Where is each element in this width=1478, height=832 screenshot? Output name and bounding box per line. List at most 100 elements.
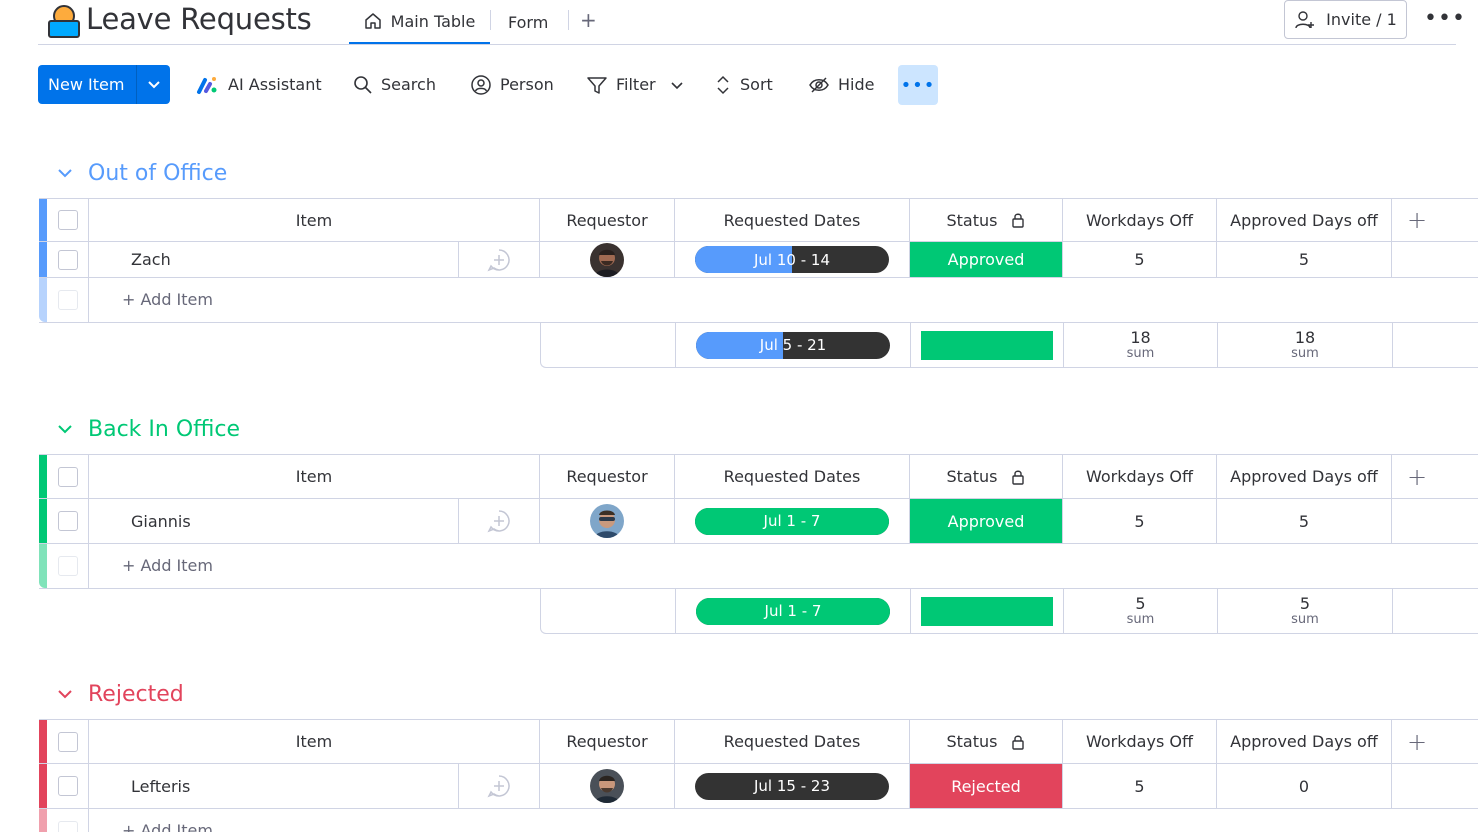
column-header-status[interactable]: Status: [910, 720, 1063, 763]
column-header-item[interactable]: Item: [89, 720, 540, 763]
header-divider: [38, 44, 1456, 45]
approved-days-off-cell[interactable]: 5: [1217, 242, 1392, 277]
new-item-button[interactable]: New Item: [38, 65, 170, 104]
group-table-out-of-office: Item Requestor Requested Dates Status Wo…: [39, 198, 1478, 370]
timeline-bar[interactable]: Jul 10 - 14: [695, 246, 889, 273]
add-item-row[interactable]: + Add Item: [39, 544, 1478, 589]
group-header-rejected[interactable]: Rejected: [56, 679, 184, 709]
column-header-status[interactable]: Status: [910, 199, 1063, 241]
item-name-cell[interactable]: Zach: [89, 242, 459, 277]
column-header-requested-dates[interactable]: Requested Dates: [675, 720, 910, 763]
column-header-approved-days-off[interactable]: Approved Days off: [1217, 199, 1392, 241]
updates-cell[interactable]: [459, 242, 540, 277]
ai-assistant-button[interactable]: AI Assistant: [196, 65, 322, 104]
status-label[interactable]: Approved: [910, 499, 1062, 543]
requestor-cell[interactable]: [540, 499, 675, 543]
group-title[interactable]: Rejected: [88, 682, 184, 707]
column-header-workdays-off[interactable]: Workdays Off: [1063, 720, 1217, 763]
status-cell[interactable]: Approved: [910, 242, 1063, 277]
updates-cell[interactable]: [459, 764, 540, 808]
row-checkbox[interactable]: [57, 511, 78, 531]
column-header-requested-dates[interactable]: Requested Dates: [675, 455, 910, 498]
status-label[interactable]: Approved: [910, 242, 1062, 277]
status-cell[interactable]: Rejected: [910, 764, 1063, 808]
add-view-button[interactable]: +: [580, 8, 597, 32]
column-header-approved-days-off[interactable]: Approved Days off: [1217, 720, 1392, 763]
more-toolbar-options-button[interactable]: •••: [898, 65, 938, 105]
workdays-off-cell[interactable]: 5: [1063, 499, 1217, 543]
column-header-status[interactable]: Status: [910, 455, 1063, 498]
sort-icon: [717, 75, 729, 94]
sort-button[interactable]: Sort: [714, 65, 773, 104]
select-all-checkbox[interactable]: [57, 210, 78, 230]
table-row[interactable]: Zach Jul 10 - 14 Approved 5 5: [39, 242, 1478, 278]
tab-form[interactable]: Form: [508, 0, 548, 44]
column-header-item[interactable]: Item: [89, 199, 540, 241]
avatar[interactable]: [590, 769, 624, 803]
select-all-checkbox[interactable]: [57, 731, 78, 752]
column-header-requestor[interactable]: Requestor: [540, 199, 675, 241]
table-row[interactable]: Giannis Jul 1 - 7 Approved 5 5: [39, 499, 1478, 544]
add-item-input[interactable]: + Add Item: [122, 821, 213, 832]
add-update-icon[interactable]: [487, 248, 511, 272]
column-header-workdays-off[interactable]: Workdays Off: [1063, 199, 1217, 241]
row-checkbox[interactable]: [57, 249, 78, 270]
board-title[interactable]: Leave Requests: [86, 2, 312, 36]
updates-cell[interactable]: [459, 499, 540, 543]
status-cell[interactable]: Approved: [910, 499, 1063, 543]
group-title[interactable]: Back In Office: [88, 417, 240, 442]
add-item-row[interactable]: + Add Item: [39, 278, 1478, 323]
sort-label: Sort: [740, 75, 773, 94]
workdays-off-cell[interactable]: 5: [1063, 242, 1217, 277]
column-header-status-label: Status: [946, 467, 998, 486]
tab-main-table[interactable]: Main Table: [349, 0, 490, 44]
invite-button[interactable]: Invite / 1: [1284, 0, 1407, 39]
add-update-icon[interactable]: [487, 509, 511, 533]
group-color-bar: [39, 764, 47, 808]
workdays-off-cell[interactable]: 5: [1063, 764, 1217, 808]
add-column-button[interactable]: +: [1392, 199, 1442, 241]
chevron-down-icon[interactable]: [56, 164, 74, 182]
requestor-cell[interactable]: [540, 242, 675, 277]
row-checkbox[interactable]: [57, 776, 78, 796]
add-column-button[interactable]: +: [1392, 720, 1442, 763]
column-header-requestor[interactable]: Requestor: [540, 455, 675, 498]
avatar[interactable]: [590, 242, 624, 277]
hide-button[interactable]: Hide: [808, 65, 874, 104]
chevron-down-icon[interactable]: [670, 78, 684, 92]
more-options-icon[interactable]: •••: [1424, 6, 1466, 31]
column-header-workdays-off[interactable]: Workdays Off: [1063, 455, 1217, 498]
requested-dates-cell[interactable]: Jul 1 - 7: [675, 499, 910, 543]
add-update-icon[interactable]: [487, 774, 511, 798]
requestor-cell[interactable]: [540, 764, 675, 808]
requested-dates-cell[interactable]: Jul 10 - 14: [675, 242, 910, 277]
group-title[interactable]: Out of Office: [88, 161, 227, 186]
table-row[interactable]: Lefteris Jul 15 - 23 Rejected 5 0: [39, 764, 1478, 809]
requested-dates-cell[interactable]: Jul 15 - 23: [675, 764, 910, 808]
chevron-down-icon[interactable]: [56, 685, 74, 703]
search-button[interactable]: Search: [353, 65, 436, 104]
chevron-down-icon[interactable]: [56, 420, 74, 438]
filter-button[interactable]: Filter: [586, 65, 684, 104]
status-label[interactable]: Rejected: [910, 764, 1062, 808]
timeline-bar[interactable]: Jul 1 - 7: [695, 507, 889, 535]
column-header-requested-dates[interactable]: Requested Dates: [675, 199, 910, 241]
group-header-out-of-office[interactable]: Out of Office: [56, 158, 227, 188]
avatar[interactable]: [590, 504, 624, 538]
add-item-input[interactable]: + Add Item: [122, 290, 213, 309]
item-name-cell[interactable]: Lefteris: [89, 764, 459, 808]
column-header-requestor[interactable]: Requestor: [540, 720, 675, 763]
timeline-bar[interactable]: Jul 15 - 23: [695, 772, 889, 800]
item-name-cell[interactable]: Giannis: [89, 499, 459, 543]
person-filter-button[interactable]: Person: [470, 65, 554, 104]
column-header-item[interactable]: Item: [89, 455, 540, 498]
column-header-approved-days-off[interactable]: Approved Days off: [1217, 455, 1392, 498]
add-item-input[interactable]: + Add Item: [122, 556, 213, 575]
add-column-button[interactable]: +: [1392, 455, 1442, 498]
add-item-row[interactable]: + Add Item: [39, 809, 1478, 832]
select-all-checkbox[interactable]: [57, 466, 78, 487]
approved-days-off-cell[interactable]: 0: [1217, 764, 1392, 808]
group-header-back-in-office[interactable]: Back In Office: [56, 414, 240, 444]
chevron-down-icon[interactable]: [146, 74, 162, 94]
approved-days-off-cell[interactable]: 5: [1217, 499, 1392, 543]
